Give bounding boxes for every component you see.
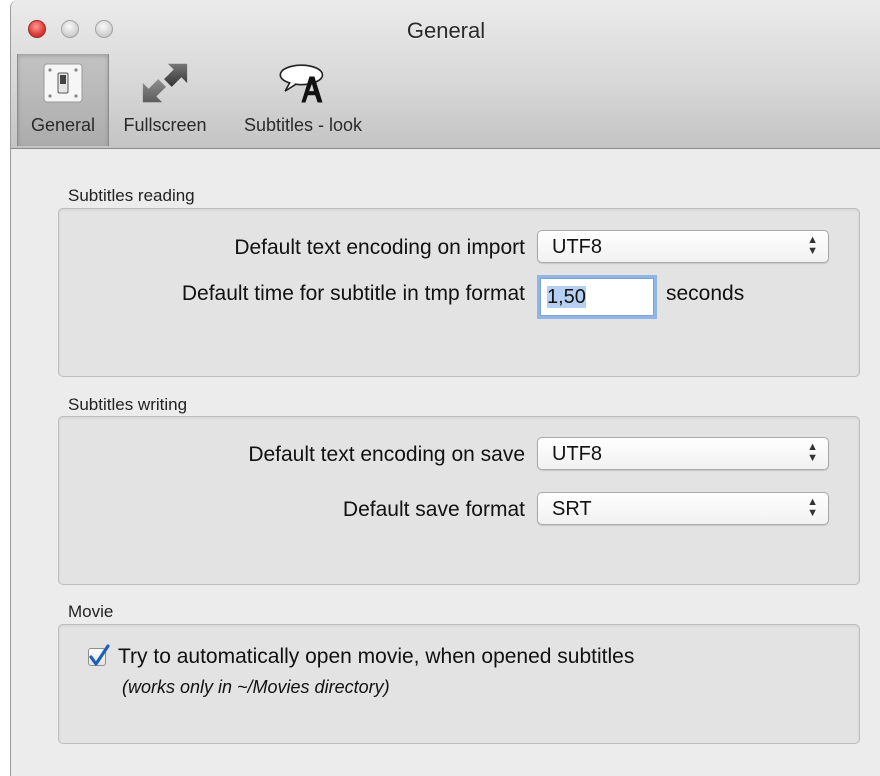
toolbar-item-label: General — [30, 115, 96, 135]
group-box-subtitles-reading: Default text encoding on import UTF8 ▲ ▼ … — [58, 208, 860, 377]
save-encoding-select[interactable]: UTF8 ▲ ▼ — [537, 437, 829, 470]
toolbar-item-fullscreen[interactable]: Fullscreen — [113, 54, 217, 146]
auto-open-note: (works only in ~/Movies directory) — [122, 677, 390, 697]
chevron-up-down-icon: ▲ ▼ — [807, 234, 818, 257]
save-encoding-label: Default text encoding on save — [248, 443, 525, 466]
toolbar-item-label: Subtitles - look — [243, 115, 363, 135]
time-unit-label: seconds — [666, 282, 745, 305]
light-switch-icon — [37, 57, 89, 109]
toolbar-item-label: Fullscreen — [123, 115, 207, 135]
preferences-window: General General Fullscreen Subtitles - l… — [10, 0, 880, 776]
group-box-subtitles-writing: Default text encoding on save UTF8 ▲ ▼ De… — [58, 416, 860, 585]
save-format-label: Default save format — [342, 498, 525, 521]
auto-open-checkbox[interactable] — [88, 644, 110, 666]
group-label-movie: Movie — [68, 602, 114, 621]
tmp-time-value: 1,50 — [547, 286, 586, 308]
group-label-subtitles-writing: Subtitles writing — [68, 395, 188, 414]
import-encoding-select[interactable]: UTF8 ▲ ▼ — [537, 230, 829, 263]
toolbar-item-subtitles-look[interactable]: Subtitles - look — [223, 54, 383, 146]
tmp-time-input[interactable]: 1,50 — [540, 278, 654, 316]
group-label-subtitles-reading: Subtitles reading — [68, 186, 195, 205]
save-format-value: SRT — [552, 498, 592, 520]
tmp-time-label: Default time for subtitle in tmp format — [181, 282, 525, 305]
expand-arrows-icon — [139, 57, 191, 109]
save-format-select[interactable]: SRT ▲ ▼ — [537, 492, 829, 525]
group-box-movie: Try to automatically open movie, when op… — [58, 624, 860, 744]
checkmark-icon — [89, 644, 110, 666]
import-encoding-value: UTF8 — [552, 236, 602, 258]
chevron-up-down-icon: ▲ ▼ — [807, 441, 818, 464]
save-encoding-value: UTF8 — [552, 443, 602, 465]
chevron-up-down-icon: ▲ ▼ — [807, 496, 818, 519]
title-bar: General General Fullscreen Subtitles - l… — [11, 0, 880, 149]
speech-bubble-letter-icon — [277, 57, 329, 109]
window-title: General — [406, 18, 486, 43]
auto-open-label[interactable]: Try to automatically open movie, when op… — [118, 645, 634, 669]
toolbar-item-general[interactable]: General — [17, 54, 109, 146]
import-encoding-label: Default text encoding on import — [234, 236, 525, 259]
